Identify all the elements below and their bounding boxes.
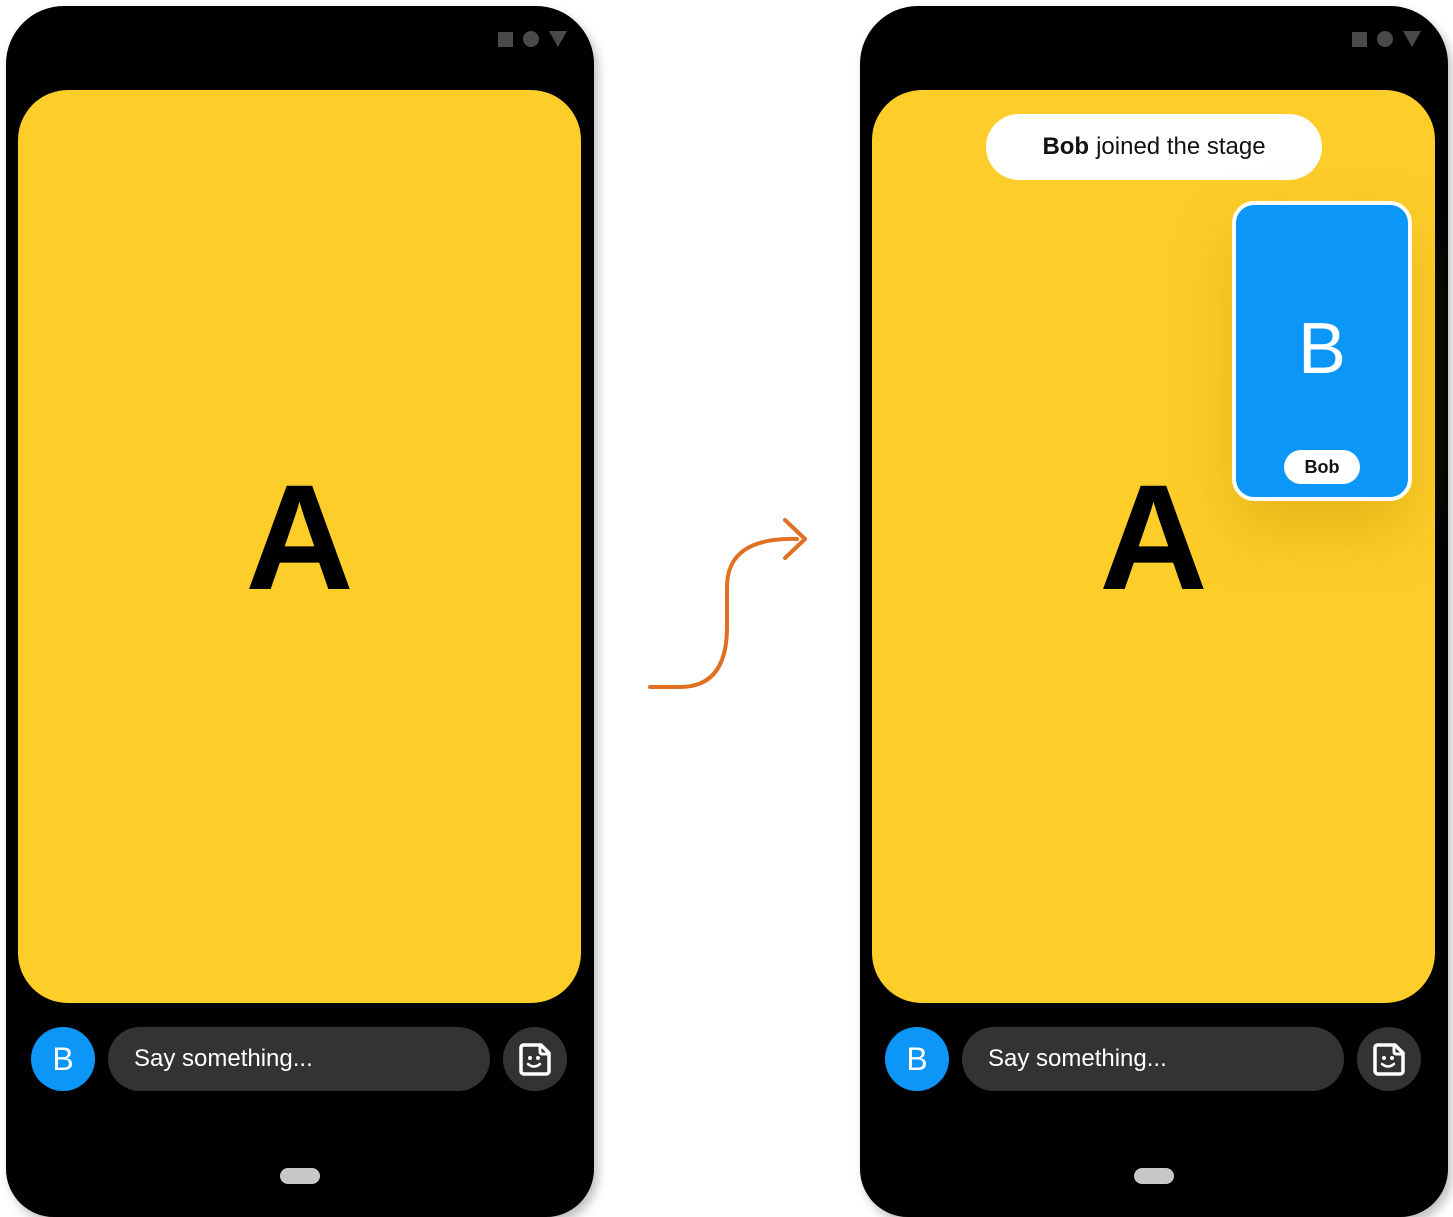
status-bar: [498, 31, 567, 47]
message-input[interactable]: Say something...: [108, 1027, 490, 1091]
phone-after: Bob joined the stage A B Bob B Say somet…: [860, 6, 1448, 1217]
pip-video-tile[interactable]: B Bob: [1232, 201, 1412, 501]
sticker-face-icon: [519, 1043, 551, 1076]
user-avatar[interactable]: B: [31, 1027, 95, 1091]
main-participant-initial: A: [245, 453, 354, 621]
phone-before: A B Say something...: [6, 6, 594, 1217]
pip-name-badge: Bob: [1284, 450, 1360, 484]
user-avatar[interactable]: B: [885, 1027, 949, 1091]
toast-message: joined the stage: [1096, 133, 1266, 160]
status-bar: [1352, 31, 1421, 47]
home-indicator[interactable]: [1134, 1168, 1174, 1184]
triangle-icon: [549, 31, 567, 47]
home-indicator[interactable]: [280, 1168, 320, 1184]
square-icon: [498, 31, 513, 47]
circle-icon: [1377, 31, 1393, 47]
flow-illustration: A B Say something... Bob joined the stag…: [0, 0, 1453, 1217]
sticker-button[interactable]: [1357, 1027, 1421, 1091]
pip-participant-initial: B: [1297, 309, 1347, 389]
sticker-face-icon: [1373, 1043, 1405, 1076]
join-notification-toast: Bob joined the stage: [986, 114, 1322, 180]
message-input[interactable]: Say something...: [962, 1027, 1344, 1091]
circle-icon: [523, 31, 539, 47]
triangle-icon: [1403, 31, 1421, 47]
square-icon: [1352, 31, 1367, 47]
sticker-button[interactable]: [503, 1027, 567, 1091]
curved-arrow-right-icon: [648, 518, 807, 689]
toast-participant-name: Bob: [1042, 133, 1090, 160]
main-video-tile[interactable]: Bob joined the stage A B Bob: [872, 90, 1435, 1003]
main-video-tile[interactable]: A: [18, 90, 581, 1003]
